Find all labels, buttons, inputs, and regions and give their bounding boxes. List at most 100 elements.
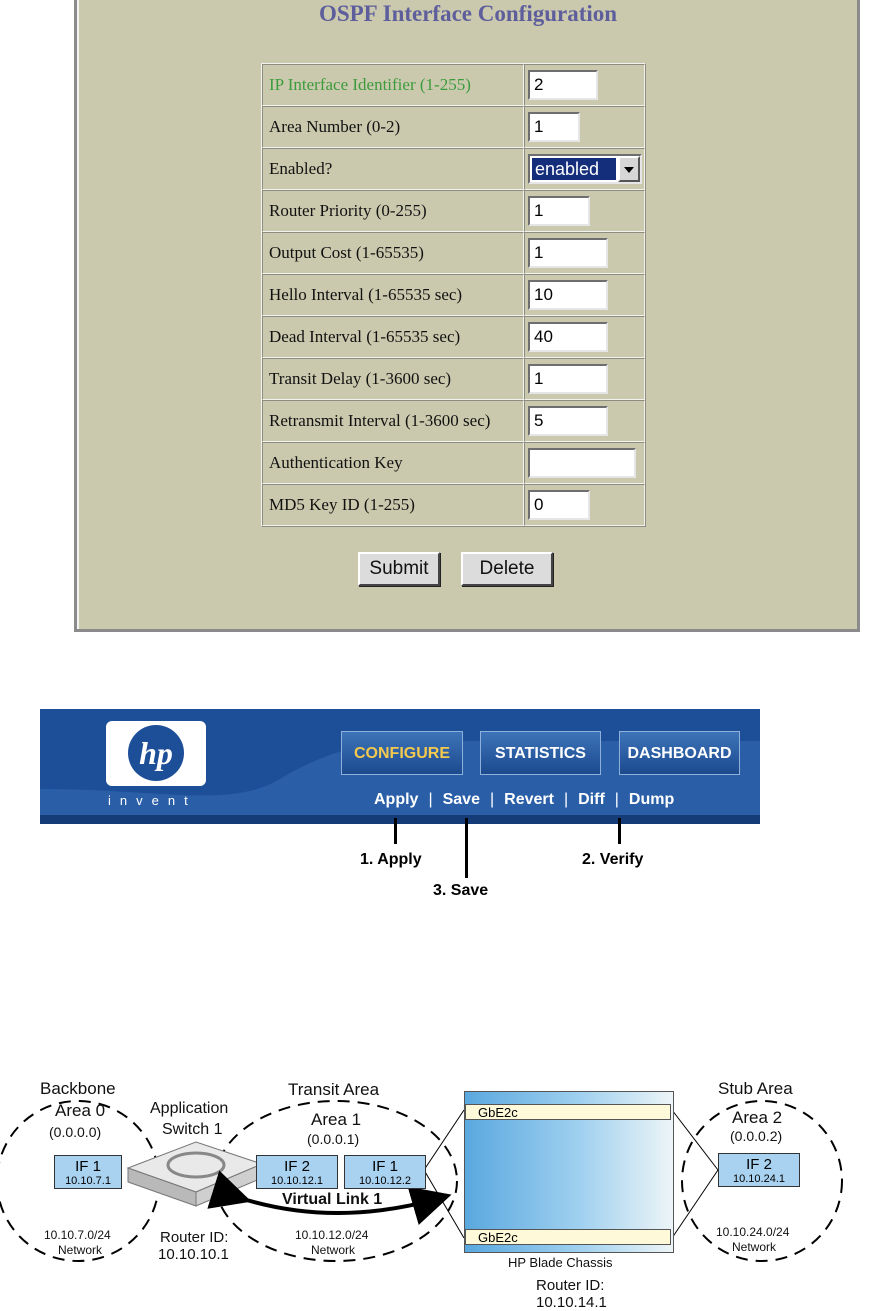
chevron-down-icon[interactable] — [618, 156, 640, 182]
table-row: Hello Interval (1-65535 sec) 10 — [262, 274, 645, 316]
interface-ip: 10.10.7.1 — [65, 1175, 111, 1187]
link-line — [423, 1169, 465, 1239]
stub-title: Stub Area — [718, 1079, 793, 1098]
table-row: Output Cost (1-65535) 1 — [262, 232, 645, 274]
stub-network: 10.10.24.0/24 — [716, 1225, 790, 1239]
blade-chassis: GbE2c GbE2c — [464, 1091, 674, 1253]
link-line — [671, 1169, 719, 1239]
action-bar: Apply | Save | Revert | Diff | Dump — [374, 791, 674, 809]
table-row: MD5 Key ID (1-255) 0 — [262, 484, 645, 526]
tab-configure[interactable]: CONFIGURE — [341, 731, 463, 775]
retransmit-interval-label: Retransmit Interval (1-3600 sec) — [262, 400, 524, 442]
md5-key-id-input[interactable]: 0 — [528, 490, 590, 520]
tab-statistics[interactable]: STATISTICS — [480, 731, 601, 775]
verify-callout: 2. Verify — [582, 851, 644, 868]
table-row: Transit Delay (1-3600 sec) 1 — [262, 358, 645, 400]
hp-tagline: invent — [108, 793, 197, 808]
interface-name: IF 1 — [372, 1158, 398, 1175]
interface-ip: 10.10.12.2 — [359, 1175, 411, 1187]
svg-text:hp: hp — [139, 735, 173, 771]
chassis-name: HP Blade Chassis — [508, 1255, 613, 1270]
dead-interval-label: Dead Interval (1-65535 sec) — [262, 316, 524, 358]
separator: | — [563, 791, 569, 808]
stub-area-id: (0.0.0.2) — [730, 1128, 783, 1144]
tab-dashboard[interactable]: DASHBOARD — [619, 731, 740, 775]
transit-network-label: Network — [311, 1243, 356, 1257]
page-title: OSPF Interface Configuration — [318, 1, 618, 26]
apply-callout-line — [394, 818, 397, 844]
table-row: Enabled? enabled — [262, 148, 645, 190]
diff-link[interactable]: Diff — [578, 791, 605, 809]
backbone-area: Area 0 — [55, 1101, 106, 1120]
backbone-title: Backbone — [40, 1079, 116, 1098]
table-row: Router Priority (0-255) 1 — [262, 190, 645, 232]
switch-name-line2: Switch 1 — [162, 1121, 223, 1138]
md5-key-id-label: MD5 Key ID (1-255) — [262, 484, 524, 526]
table-row: Dead Interval (1-65535 sec) 40 — [262, 316, 645, 358]
transit-area-id: (0.0.0.1) — [307, 1131, 360, 1147]
hello-interval-input[interactable]: 10 — [528, 280, 608, 310]
switch-router-id: 10.10.10.1 — [158, 1246, 229, 1263]
table-row: Authentication Key — [262, 442, 645, 484]
hp-banner: hp invent CONFIGURE STATISTICS DASHBOARD… — [40, 709, 760, 824]
switch-name-line1: Application — [150, 1100, 229, 1117]
hp-logo: hp — [106, 721, 206, 786]
apply-link[interactable]: Apply — [374, 791, 418, 809]
save-link[interactable]: Save — [443, 791, 480, 809]
transit-network: 10.10.12.0/24 — [295, 1228, 369, 1242]
delete-button[interactable]: Delete — [461, 552, 553, 586]
dead-interval-input[interactable]: 40 — [528, 322, 608, 352]
verify-callout-line — [618, 818, 621, 844]
enabled-select-value: enabled — [531, 157, 617, 181]
backbone-network: 10.10.7.0/24 — [44, 1228, 111, 1242]
chassis-router-id: 10.10.14.1 — [536, 1294, 607, 1311]
switch-device-icon — [126, 1141, 264, 1207]
enabled-label: Enabled? — [262, 148, 524, 190]
transit-delay-label: Transit Delay (1-3600 sec) — [262, 358, 524, 400]
transit-area: Area 1 — [311, 1110, 362, 1129]
router-priority-label: Router Priority (0-255) — [262, 190, 524, 232]
area-number-input[interactable]: 1 — [528, 112, 580, 142]
save-callout-line — [465, 818, 468, 878]
router-priority-input[interactable]: 1 — [528, 196, 590, 226]
switch-router-id-label: Router ID: — [160, 1229, 229, 1246]
stub-network-label: Network — [732, 1240, 777, 1254]
stub-area: Area 2 — [732, 1108, 783, 1127]
interface-name: IF 2 — [284, 1158, 310, 1175]
area-number-label: Area Number (0-2) — [262, 106, 524, 148]
transit-delay-input[interactable]: 1 — [528, 364, 608, 394]
auth-key-input[interactable] — [528, 448, 636, 478]
separator: | — [489, 791, 495, 808]
submit-button[interactable]: Submit — [358, 552, 440, 586]
output-cost-label: Output Cost (1-65535) — [262, 232, 524, 274]
link-line — [423, 1109, 465, 1171]
interface-box: IF 2 10.10.12.1 — [256, 1155, 338, 1189]
interface-name: IF 1 — [75, 1158, 101, 1175]
table-row: IP Interface Identifier (1-255) 2 — [262, 64, 645, 106]
interface-id-input[interactable]: 2 — [528, 70, 598, 100]
interface-name: IF 2 — [746, 1156, 772, 1173]
interface-ip: 10.10.24.1 — [733, 1173, 785, 1185]
interface-box: IF 1 10.10.12.2 — [344, 1155, 426, 1189]
ospf-config-table: IP Interface Identifier (1-255) 2 Area N… — [261, 63, 646, 527]
revert-link[interactable]: Revert — [504, 791, 554, 809]
interface-box: IF 2 10.10.24.1 — [718, 1153, 800, 1187]
table-row: Retransmit Interval (1-3600 sec) 5 — [262, 400, 645, 442]
retransmit-interval-input[interactable]: 5 — [528, 406, 608, 436]
table-row: Area Number (0-2) 1 — [262, 106, 645, 148]
auth-key-label: Authentication Key — [262, 442, 524, 484]
output-cost-input[interactable]: 1 — [528, 238, 608, 268]
backbone-network-label: Network — [58, 1243, 103, 1257]
apply-callout: 1. Apply — [360, 851, 422, 868]
interface-ip: 10.10.12.1 — [271, 1175, 323, 1187]
save-callout: 3. Save — [433, 882, 489, 899]
dump-link[interactable]: Dump — [629, 791, 674, 809]
separator: | — [428, 791, 433, 808]
backbone-area-id: (0.0.0.0) — [49, 1124, 102, 1140]
interface-box: IF 1 10.10.7.1 — [54, 1155, 122, 1189]
hp-logo-icon: hp — [128, 725, 184, 781]
transit-title: Transit Area — [288, 1080, 380, 1099]
hello-interval-label: Hello Interval (1-65535 sec) — [262, 274, 524, 316]
interface-id-label: IP Interface Identifier (1-255) — [262, 64, 524, 106]
enabled-select[interactable]: enabled — [528, 154, 642, 184]
